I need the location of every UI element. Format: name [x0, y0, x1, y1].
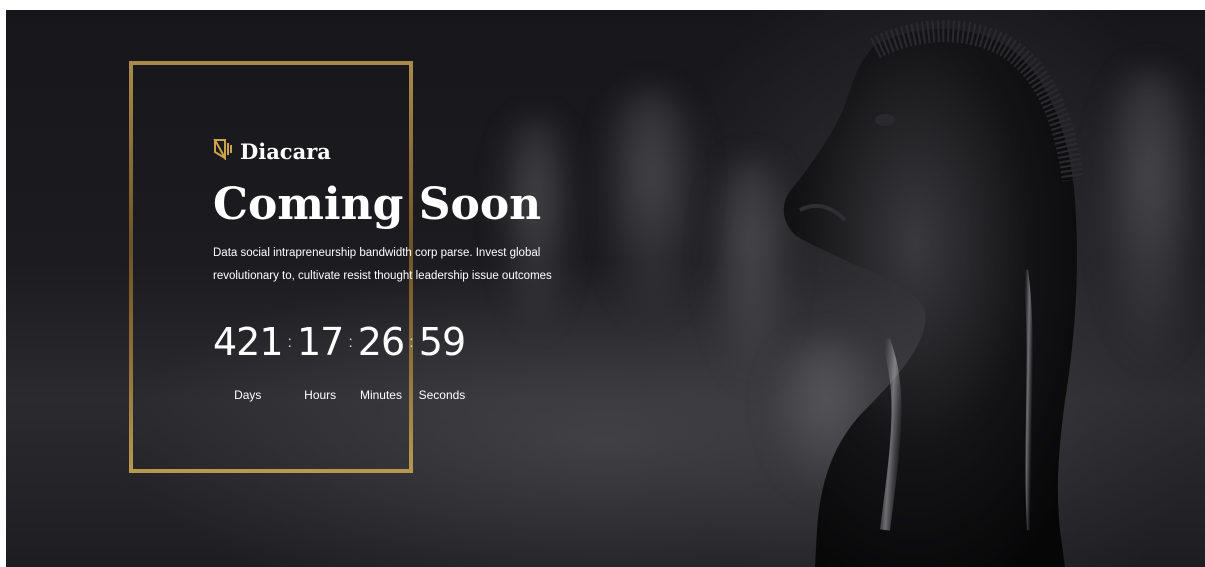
countdown-value: 26 — [357, 320, 405, 364]
hero-section: Diacara Coming Soon Data social intrapre… — [6, 10, 1205, 567]
countdown-days: 421 Days — [213, 320, 284, 402]
countdown-separator: : — [287, 334, 292, 351]
description-line: revolutionary to, cultivate resist thoug… — [213, 270, 552, 282]
countdown-minutes: 26 Minutes — [357, 320, 405, 402]
description-line: Data social intrapreneurship bandwidth c… — [213, 247, 541, 259]
coming-soon-content: Diacara Coming Soon Data social intrapre… — [213, 138, 593, 402]
countdown-separator: : — [348, 334, 353, 351]
countdown-label: Seconds — [418, 388, 466, 402]
page-description: Data social intrapreneurship bandwidth c… — [213, 242, 593, 288]
countdown-seconds: 59 Seconds — [418, 320, 467, 402]
countdown-value: 17 — [296, 320, 344, 364]
countdown-label: Days — [234, 388, 262, 402]
countdown-hours: 17 Hours — [296, 320, 344, 402]
countdown-value: 421 — [213, 320, 284, 364]
background-chess-piece — [596, 90, 706, 330]
countdown-timer: 421 Days : 17 Hours : 26 Minutes : 59 Se… — [213, 322, 593, 402]
knight-chess-piece-image — [783, 20, 1084, 567]
countdown-label: Minutes — [359, 388, 402, 402]
countdown-label: Hours — [304, 388, 337, 402]
brand-name: Diacara — [240, 139, 331, 164]
brand-logo[interactable]: Diacara — [213, 138, 593, 165]
diamond-logo-icon — [213, 138, 233, 165]
page-title: Coming Soon — [213, 179, 542, 230]
countdown-value: 59 — [418, 320, 466, 364]
countdown-separator: : — [409, 334, 414, 351]
